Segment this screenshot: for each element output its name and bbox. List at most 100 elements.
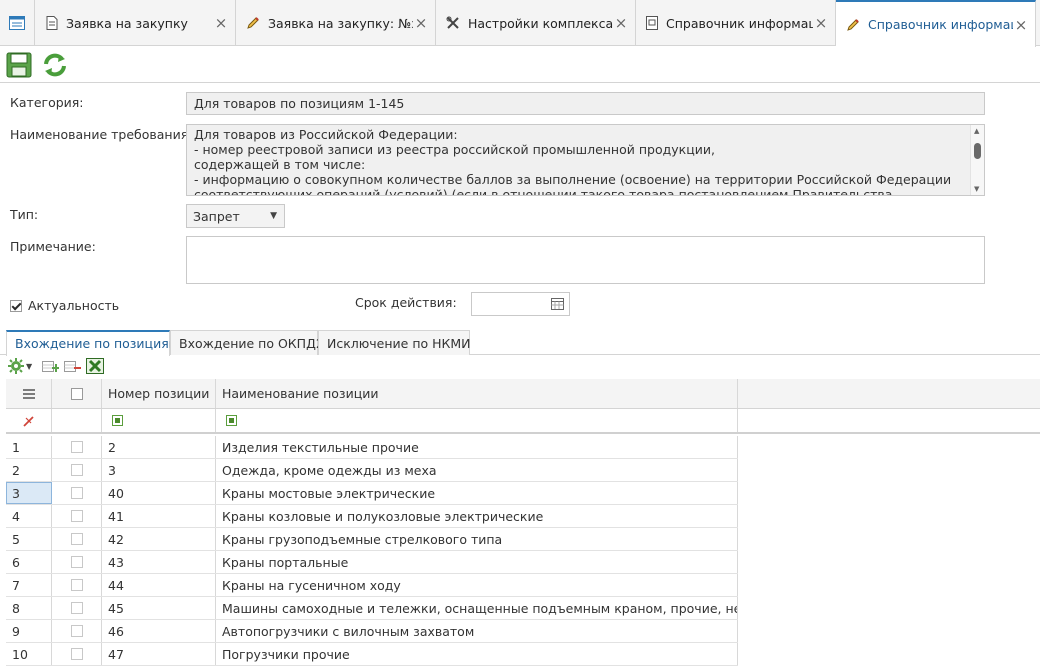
tab-reference-book[interactable]: Справочник информаци... × — [636, 0, 836, 46]
tab-bar: Заявка на закупку × Заявка на закупку: №… — [0, 0, 1040, 47]
tab-complex-settings[interactable]: Настройки комплекса × — [436, 0, 636, 46]
tab-label: Заявка на закупку — [66, 15, 188, 31]
column-header-position-name[interactable]: Наименование позиции — [216, 379, 738, 408]
row-checkbox[interactable] — [52, 620, 102, 642]
row-position-number: 42 — [102, 528, 216, 550]
table-row[interactable]: 4 41 Краны козловые и полукозловые электри… — [6, 505, 738, 528]
tab-purchase-request-edit[interactable]: Заявка на закупку: №зз-... × — [236, 0, 436, 46]
row-checkbox[interactable] — [52, 436, 102, 458]
close-icon[interactable]: × — [413, 14, 429, 32]
close-icon[interactable]: × — [213, 14, 229, 32]
table-row[interactable]: 8 45 Машины самоходные и тележки, оснащенн… — [6, 597, 738, 620]
save-icon — [6, 52, 32, 78]
row-number: 1 — [6, 436, 52, 458]
row-checkbox[interactable] — [52, 528, 102, 550]
tab-purchase-request[interactable]: Заявка на закупку × — [36, 0, 236, 46]
row-position-number: 45 — [102, 597, 216, 619]
row-checkbox[interactable] — [52, 643, 102, 665]
row-number: 5 — [6, 528, 52, 550]
row-checkbox[interactable] — [52, 574, 102, 596]
filter-cell-position-name[interactable] — [216, 409, 738, 432]
tab-reference-book-edit[interactable]: Справочник информаци... × — [836, 0, 1036, 47]
table-row[interactable]: 1 2 Изделия текстильные прочие — [6, 436, 738, 459]
gear-icon — [8, 358, 24, 374]
row-checkbox[interactable] — [52, 551, 102, 573]
row-position-number: 44 — [102, 574, 216, 596]
menu-icon — [22, 388, 35, 399]
row-position-name: Изделия текстильные прочие — [216, 436, 738, 458]
requirement-scrollbar[interactable]: ▲ ▼ — [970, 125, 984, 195]
clear-filter-icon — [22, 415, 34, 427]
row-position-name: Краны грузоподъемные стрелкового типа — [216, 528, 738, 550]
actual-checkbox[interactable]: Актуальность — [10, 298, 119, 313]
detail-tabs: Вхождение по позициям Вхождение по ОКПД2… — [0, 328, 1040, 356]
requirement-name-label: Наименование требования: — [10, 127, 193, 142]
home-tab[interactable] — [0, 0, 35, 46]
grid-filter-row — [6, 409, 1040, 434]
row-checkbox[interactable] — [52, 459, 102, 481]
scroll-down-icon[interactable]: ▼ — [974, 185, 979, 193]
checkbox-checked-icon[interactable] — [10, 299, 22, 312]
column-chooser-button[interactable] — [6, 379, 52, 408]
delete-row-button[interactable] — [64, 359, 81, 377]
scroll-thumb[interactable] — [974, 143, 981, 159]
row-checkbox[interactable] — [52, 482, 102, 504]
grid-settings-button[interactable]: ▼ — [8, 358, 32, 374]
grid-header: Номер позиции Наименование позиции — [6, 379, 1040, 409]
window-list-icon — [9, 16, 25, 30]
tools-icon — [446, 16, 459, 29]
tab-nkmi-exclusion[interactable]: Исключение по НКМИ — [318, 330, 471, 355]
export-excel-button[interactable] — [86, 358, 104, 377]
row-position-number: 46 — [102, 620, 216, 642]
note-field[interactable] — [186, 236, 985, 284]
row-number: 2 — [6, 459, 52, 481]
table-row[interactable]: 2 3 Одежда, кроме одежды из меха — [6, 459, 738, 482]
table-row[interactable]: 6 43 Краны портальные — [6, 551, 738, 574]
tab-label: Справочник информаци... — [666, 15, 813, 31]
save-button[interactable] — [4, 51, 34, 79]
requirement-name-field[interactable]: Для товаров из Российской Федерации: - н… — [186, 124, 985, 196]
close-icon[interactable]: × — [613, 14, 629, 32]
row-position-name: Краны портальные — [216, 551, 738, 573]
close-icon[interactable]: × — [1013, 16, 1029, 34]
calendar-icon[interactable] — [551, 297, 564, 310]
column-header-position-number[interactable]: Номер позиции — [102, 379, 216, 408]
row-number: 6 — [6, 551, 52, 573]
type-select[interactable]: Запрет ▼ — [186, 204, 285, 228]
delete-row-icon — [64, 361, 81, 372]
row-checkbox[interactable] — [52, 505, 102, 527]
table-row[interactable]: 7 44 Краны на гусеничном ходу — [6, 574, 738, 597]
refresh-button[interactable] — [40, 51, 70, 79]
category-field[interactable]: Для товаров по позициям 1-145 — [186, 92, 985, 115]
validity-date-field[interactable] — [471, 292, 570, 316]
clear-filter-button[interactable] — [6, 409, 52, 432]
type-value: Запрет — [193, 209, 240, 224]
document-icon — [46, 16, 58, 30]
category-label: Категория: — [10, 95, 84, 110]
select-all-checkbox[interactable] — [52, 379, 102, 408]
row-position-name: Краны мостовые электрические — [216, 482, 738, 504]
scroll-up-icon[interactable]: ▲ — [974, 127, 979, 135]
row-position-number: 2 — [102, 436, 216, 458]
filter-cell-position-number[interactable] — [102, 409, 216, 432]
row-position-name: Погрузчики прочие — [216, 643, 738, 665]
row-checkbox[interactable] — [52, 597, 102, 619]
add-row-button[interactable] — [42, 359, 60, 377]
close-icon[interactable]: × — [813, 14, 829, 32]
tab-okpd2[interactable]: Вхождение по ОКПД2 — [170, 330, 324, 355]
table-row[interactable]: 10 47 Погрузчики прочие — [6, 643, 738, 666]
table-row[interactable]: 3 40 Краны мостовые электрические — [6, 482, 738, 505]
filter-cell-checkbox — [52, 409, 102, 432]
type-label: Тип: — [10, 207, 39, 222]
table-row[interactable]: 9 46 Автопогрузчики с вилочным захватом — [6, 620, 738, 643]
table-row[interactable]: 5 42 Краны грузоподъемные стрелкового типа — [6, 528, 738, 551]
validity-label: Срок действия: — [355, 295, 457, 310]
note-label: Примечание: — [10, 239, 96, 254]
row-number: 9 — [6, 620, 52, 642]
refresh-icon — [44, 53, 66, 77]
row-number: 7 — [6, 574, 52, 596]
reference-book-icon — [646, 16, 658, 30]
excel-icon — [86, 358, 104, 374]
tab-positions[interactable]: Вхождение по позициям — [6, 330, 178, 356]
row-position-name: Автопогрузчики с вилочным захватом — [216, 620, 738, 642]
